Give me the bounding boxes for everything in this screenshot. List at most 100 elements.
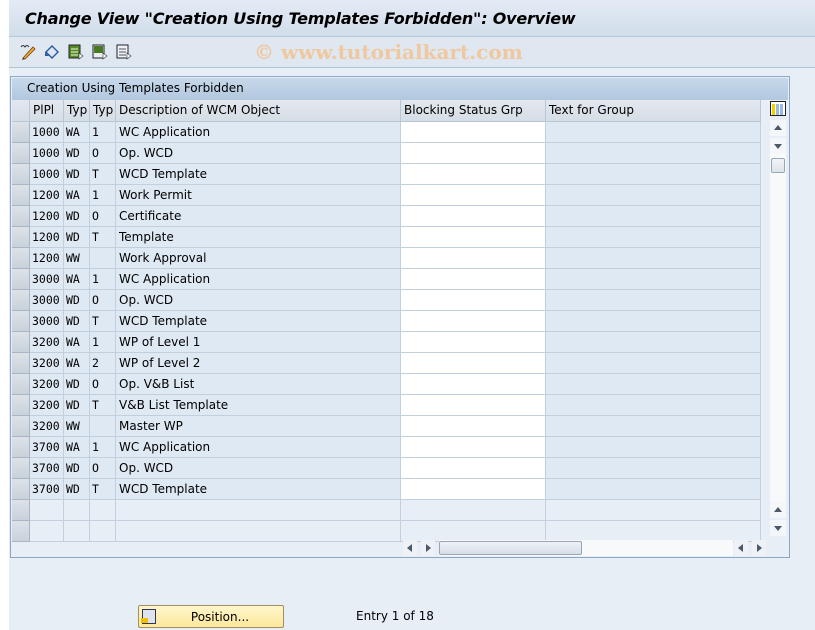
blocking-status-input[interactable] xyxy=(401,395,546,416)
column-header-plpl[interactable]: PlPl xyxy=(30,100,64,122)
cell-object-subtype: 1 xyxy=(90,332,116,353)
table-settings-icon[interactable] xyxy=(770,101,786,116)
cell-object-type: WA xyxy=(64,269,90,290)
row-selector[interactable] xyxy=(12,521,30,542)
horizontal-scrollbar[interactable] xyxy=(401,540,771,556)
table-row: 3200 WW Master WP xyxy=(12,416,761,437)
cell-text-for-group xyxy=(546,122,761,143)
row-selector[interactable] xyxy=(12,458,30,479)
vertical-scrollbar[interactable] xyxy=(769,100,789,540)
scroll-far-right-button[interactable] xyxy=(752,540,766,556)
application-toolbar: © www.tutorialkart.com xyxy=(9,37,815,68)
row-selector[interactable] xyxy=(12,479,30,500)
cell-description: WP of Level 1 xyxy=(116,332,401,353)
blocking-status-input[interactable] xyxy=(401,353,546,374)
scroll-right-button[interactable] xyxy=(421,540,435,556)
blocking-status-input[interactable] xyxy=(401,311,546,332)
table-row xyxy=(12,521,761,542)
row-selector[interactable] xyxy=(12,248,30,269)
cell-object-type: WD xyxy=(64,395,90,416)
vertical-scroll-track[interactable] xyxy=(770,154,786,514)
row-selector[interactable] xyxy=(12,290,30,311)
blocking-status-input[interactable] xyxy=(401,332,546,353)
table-control: Creation Using Templates Forbidden PlPl … xyxy=(10,76,790,558)
cell-plpl: 1200 xyxy=(30,248,64,269)
row-selector[interactable] xyxy=(12,164,30,185)
blocking-status-input[interactable] xyxy=(401,206,546,227)
scroll-page-down-button[interactable] xyxy=(770,520,786,536)
blocking-status-input[interactable] xyxy=(401,479,546,500)
row-selector[interactable] xyxy=(12,416,30,437)
blocking-status-input[interactable] xyxy=(401,143,546,164)
scroll-left-button[interactable] xyxy=(403,540,417,556)
blocking-status-input[interactable] xyxy=(401,290,546,311)
watermark: © www.tutorialkart.com xyxy=(254,40,523,64)
row-selector[interactable] xyxy=(12,227,30,248)
deselect-all-icon[interactable] xyxy=(115,43,133,61)
cell-object-subtype: T xyxy=(90,164,116,185)
cell-description: WC Application xyxy=(116,269,401,290)
cell-text-for-group xyxy=(546,374,761,395)
row-selector[interactable] xyxy=(12,500,30,521)
entry-counter: Entry 1 of 18 xyxy=(356,609,434,623)
blocking-status-input[interactable] xyxy=(401,416,546,437)
table-row: 1000 WD T WCD Template xyxy=(12,164,761,185)
cell-object-subtype: O xyxy=(90,143,116,164)
row-selector[interactable] xyxy=(12,353,30,374)
undo-changes-icon[interactable] xyxy=(43,43,61,61)
blocking-status-input[interactable] xyxy=(401,374,546,395)
blocking-status-input[interactable] xyxy=(401,248,546,269)
cell-object-subtype xyxy=(90,248,116,269)
table-row: 1200 WD O Certificate xyxy=(12,206,761,227)
table-row: 3000 WD T WCD Template xyxy=(12,311,761,332)
row-selector[interactable] xyxy=(12,437,30,458)
blocking-status-input[interactable] xyxy=(401,122,546,143)
select-all-icon[interactable] xyxy=(67,43,85,61)
column-header-blocking-status[interactable]: Blocking Status Grp xyxy=(401,100,546,122)
blocking-status-input[interactable] xyxy=(401,227,546,248)
column-header-text-for-group[interactable]: Text for Group xyxy=(546,100,761,122)
page-title: Change View "Creation Using Templates Fo… xyxy=(25,9,576,28)
position-button[interactable]: Position... xyxy=(138,605,284,628)
scroll-down-button[interactable] xyxy=(770,138,786,154)
edit-glasses-icon[interactable] xyxy=(20,43,38,61)
cell-plpl: 3700 xyxy=(30,458,64,479)
row-selector[interactable] xyxy=(12,269,30,290)
cell-object-type: WD xyxy=(64,164,90,185)
horizontal-scroll-thumb[interactable] xyxy=(439,541,582,555)
cell-object-type: WA xyxy=(64,122,90,143)
select-block-icon[interactable] xyxy=(91,43,109,61)
cell-description xyxy=(116,521,401,542)
vertical-scroll-thumb[interactable] xyxy=(771,158,785,173)
arrow-left-icon xyxy=(738,544,743,552)
column-header-description[interactable]: Description of WCM Object xyxy=(116,100,401,122)
cell-description: Work Approval xyxy=(116,248,401,269)
blocking-status-input[interactable] xyxy=(401,458,546,479)
scroll-up-button[interactable] xyxy=(770,120,786,136)
blocking-status-input[interactable] xyxy=(401,521,546,542)
select-all-header[interactable] xyxy=(12,100,30,122)
row-selector[interactable] xyxy=(12,332,30,353)
column-header-typ2[interactable]: Typ xyxy=(90,100,116,122)
blocking-status-input[interactable] xyxy=(401,269,546,290)
blocking-status-input[interactable] xyxy=(401,164,546,185)
blocking-status-input[interactable] xyxy=(401,437,546,458)
row-selector[interactable] xyxy=(12,311,30,332)
cell-object-subtype: T xyxy=(90,479,116,500)
row-selector[interactable] xyxy=(12,185,30,206)
row-selector[interactable] xyxy=(12,374,30,395)
row-selector[interactable] xyxy=(12,122,30,143)
scroll-page-up-button[interactable] xyxy=(770,502,786,518)
cell-plpl: 3000 xyxy=(30,290,64,311)
row-selector[interactable] xyxy=(12,395,30,416)
blocking-status-input[interactable] xyxy=(401,185,546,206)
row-selector[interactable] xyxy=(12,143,30,164)
table-row: 1000 WA 1 WC Application xyxy=(12,122,761,143)
cell-plpl: 1200 xyxy=(30,185,64,206)
cell-plpl: 1200 xyxy=(30,206,64,227)
row-selector[interactable] xyxy=(12,206,30,227)
cell-object-subtype: 1 xyxy=(90,437,116,458)
blocking-status-input[interactable] xyxy=(401,500,546,521)
scroll-far-left-button[interactable] xyxy=(734,540,748,556)
column-header-typ1[interactable]: Typ xyxy=(64,100,90,122)
